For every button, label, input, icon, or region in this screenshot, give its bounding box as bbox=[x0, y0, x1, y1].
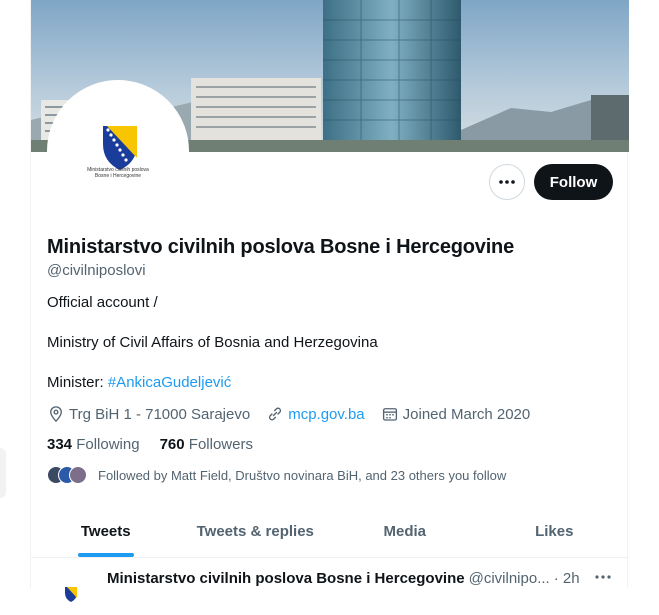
tab-label: Tweets bbox=[80, 522, 131, 540]
tweet-author-name[interactable]: Ministarstvo civilnih poslova Bosne i He… bbox=[107, 570, 465, 587]
joined-date: Joined March 2020 bbox=[402, 405, 531, 423]
follower-avatar bbox=[69, 466, 87, 484]
followed-by-row[interactable]: Followed by Matt Field, Društvo novinara… bbox=[47, 466, 506, 484]
location-item: Trg BiH 1 - 71000 Sarajevo bbox=[47, 405, 250, 423]
bio-line-1: Official account / bbox=[47, 294, 158, 311]
follow-button[interactable]: Follow bbox=[534, 164, 613, 200]
followers-count-link[interactable]: 760 Followers bbox=[160, 436, 253, 453]
tweet-author-handle[interactable]: @civilnipo... bbox=[469, 570, 550, 587]
follow-counts: 334 Following 760 Followers bbox=[47, 436, 273, 453]
profile-handle: @civilniposlovi bbox=[47, 262, 146, 279]
tab-likes[interactable]: Likes bbox=[480, 505, 630, 557]
following-count-link[interactable]: 334 Following bbox=[47, 436, 140, 453]
tab-media[interactable]: Media bbox=[330, 505, 480, 557]
left-edge-panel bbox=[0, 448, 6, 498]
tweet-header: Ministarstvo civilnih poslova Bosne i He… bbox=[107, 570, 580, 587]
bio-minister-label: Minister: bbox=[47, 374, 108, 391]
coat-of-arms-icon bbox=[103, 126, 137, 170]
tweet-item[interactable]: Ministarstvo civilnih poslova Bosne i He… bbox=[31, 557, 629, 615]
tab-label: Media bbox=[383, 522, 426, 540]
followed-by-text: Followed by Matt Field, Društvo novinara… bbox=[98, 467, 507, 483]
profile-avatar[interactable]: Ministarstvo civilnih poslova Bosne i He… bbox=[47, 80, 189, 222]
bio-line-3: Minister: #AnkicaGudeljević bbox=[47, 374, 231, 391]
following-label: Following bbox=[76, 436, 140, 453]
more-horizontal-icon bbox=[595, 575, 611, 579]
website-item: mcp.gov.ba bbox=[266, 405, 365, 423]
location-text: Trg BiH 1 - 71000 Sarajevo bbox=[69, 405, 251, 423]
tweet-avatar[interactable] bbox=[47, 567, 95, 615]
followers-count: 760 bbox=[159, 436, 185, 453]
tab-tweets[interactable]: Tweets bbox=[31, 505, 181, 557]
avatar-caption-line2: Bosne i Hercegovine bbox=[94, 173, 142, 179]
tweet-more-button[interactable] bbox=[593, 567, 613, 587]
calendar-icon bbox=[382, 408, 397, 421]
tweet-timestamp[interactable]: · 2h bbox=[554, 570, 580, 587]
profile-display-name: Ministarstvo civilnih poslova Bosne i He… bbox=[47, 236, 514, 258]
website-link[interactable]: mcp.gov.ba bbox=[288, 406, 364, 423]
following-count: 334 bbox=[47, 436, 73, 453]
profile-column: Ministarstvo civilnih poslova Bosne i He… bbox=[30, 0, 629, 615]
tab-tweets-and-replies[interactable]: Tweets & replies bbox=[181, 505, 331, 557]
link-icon bbox=[269, 407, 282, 421]
minister-hashtag-link[interactable]: #AnkicaGudeljević bbox=[108, 374, 231, 391]
more-horizontal-icon bbox=[499, 180, 515, 184]
coat-of-arms-icon bbox=[65, 587, 77, 602]
profile-tabs: Tweets Tweets & replies Media Likes bbox=[31, 505, 629, 558]
tab-label: Tweets & replies bbox=[196, 522, 314, 540]
follower-avatars bbox=[47, 466, 87, 484]
followers-label: Followers bbox=[188, 436, 253, 453]
tab-label: Likes bbox=[535, 522, 574, 540]
more-options-button[interactable] bbox=[489, 164, 525, 200]
location-pin-icon bbox=[50, 406, 62, 423]
joined-item: Joined March 2020 bbox=[381, 405, 531, 423]
profile-meta: Trg BiH 1 - 71000 Sarajevo mcp.gov.ba Jo… bbox=[47, 405, 546, 423]
bio-line-2: Ministry of Civil Affairs of Bosnia and … bbox=[47, 334, 378, 351]
